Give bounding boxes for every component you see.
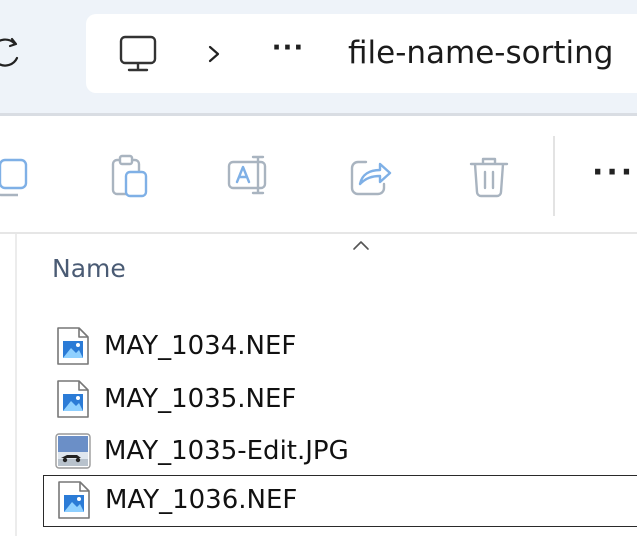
command-bar-separator (553, 136, 555, 216)
file-explorer-window: ··· file-name-sorting ··· Name MAY_1034.… (0, 0, 637, 536)
file-row[interactable]: MAY_1035-Edit.JPG (43, 425, 637, 477)
command-bar: ··· (0, 116, 637, 233)
chevron-right-icon[interactable] (204, 44, 224, 64)
address-bar-strip: ··· file-name-sorting (0, 0, 637, 113)
rename-icon (227, 155, 267, 195)
file-name[interactable]: MAY_1036.NEF (105, 482, 297, 518)
delete-button[interactable] (465, 152, 513, 200)
nef-image-file-icon (56, 480, 92, 520)
delete-icon (469, 157, 509, 198)
column-header-name[interactable]: Name (52, 252, 126, 286)
this-pc-icon (118, 34, 158, 74)
rename-button[interactable] (225, 152, 273, 200)
paste-icon (111, 154, 148, 198)
refresh-icon (0, 37, 19, 67)
file-row-selected[interactable]: MAY_1036.NEF (43, 475, 637, 527)
paste-button[interactable] (106, 152, 154, 200)
nef-image-file-icon (55, 326, 91, 366)
address-bar[interactable]: ··· file-name-sorting (86, 14, 637, 93)
navigation-pane-edge (15, 234, 17, 536)
share-button[interactable] (346, 152, 394, 200)
breadcrumb-current-folder[interactable]: file-name-sorting (348, 32, 613, 74)
sort-ascending-icon[interactable] (351, 236, 371, 250)
file-row[interactable]: MAY_1034.NEF (43, 320, 637, 372)
file-name[interactable]: MAY_1035.NEF (104, 381, 296, 417)
refresh-button[interactable] (0, 30, 34, 78)
file-name[interactable]: MAY_1034.NEF (104, 328, 296, 364)
more-path-button[interactable]: ··· (266, 31, 310, 71)
file-row[interactable]: MAY_1035.NEF (43, 373, 637, 425)
see-more-button[interactable]: ··· (592, 152, 637, 200)
divider (0, 232, 637, 234)
nef-image-file-icon (55, 379, 91, 419)
share-icon (350, 160, 392, 196)
jpg-thumbnail-icon (55, 431, 91, 471)
copy-icon (0, 158, 28, 197)
file-name[interactable]: MAY_1035-Edit.JPG (104, 433, 349, 469)
copy-button[interactable] (0, 152, 38, 200)
